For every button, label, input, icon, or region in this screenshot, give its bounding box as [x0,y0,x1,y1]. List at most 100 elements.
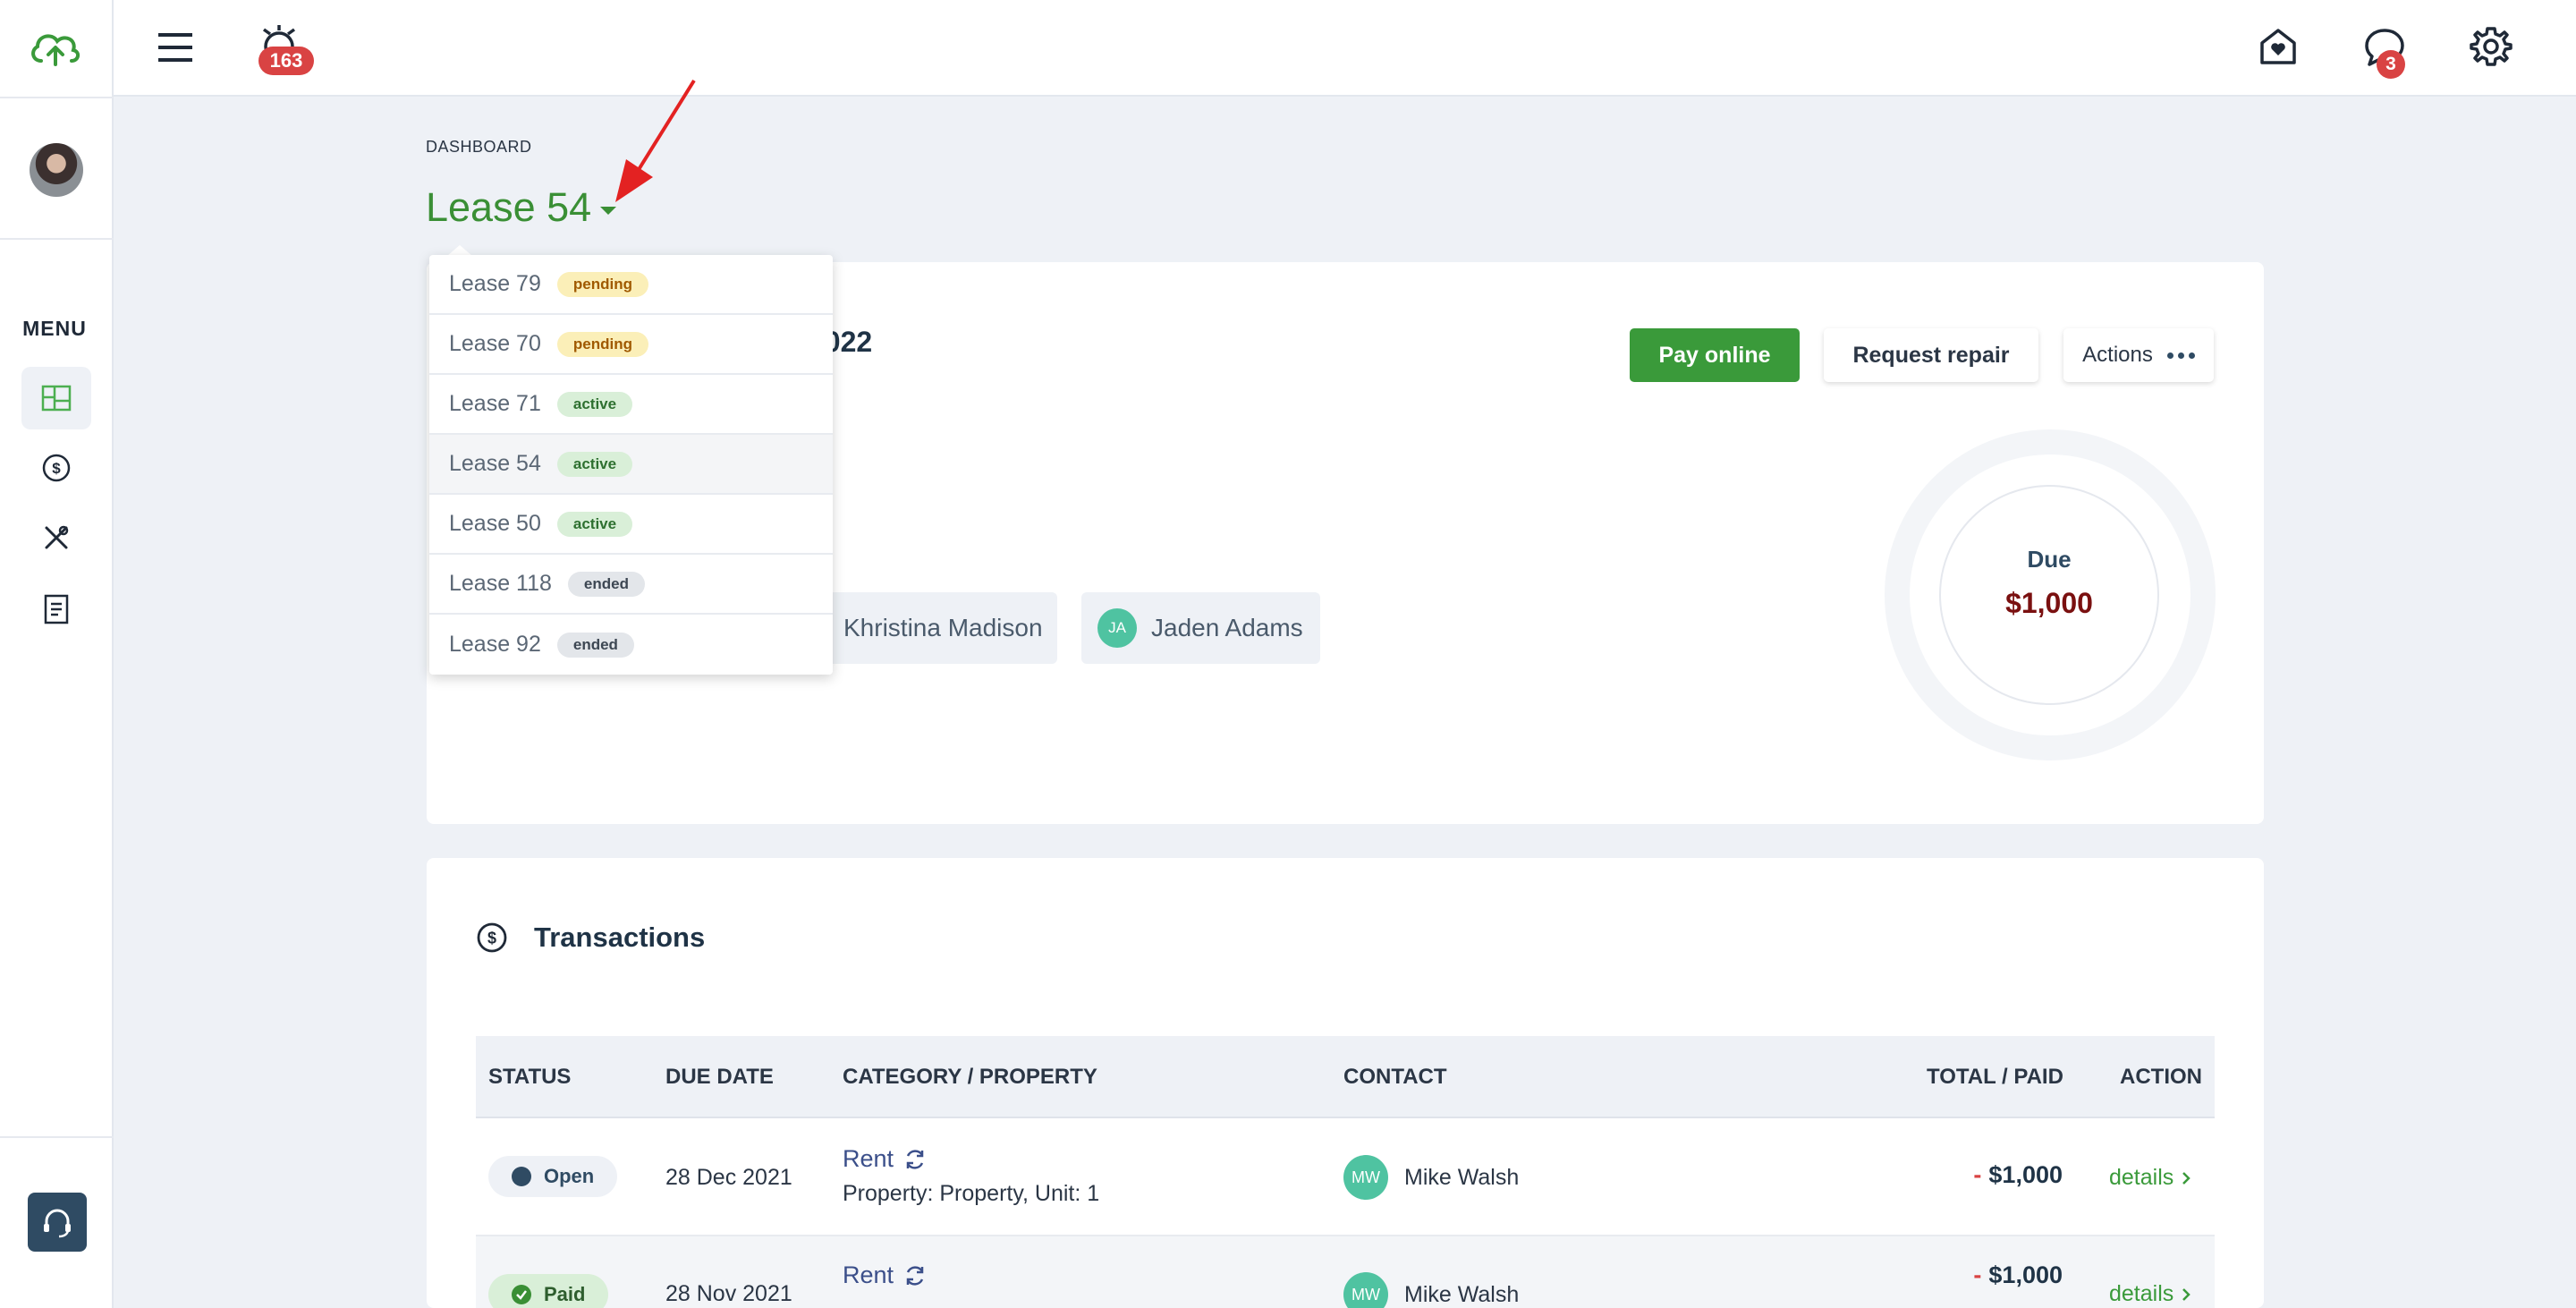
amount-value: $1,000 [1988,1161,2063,1188]
details-link[interactable]: details [2109,1165,2191,1191]
menu-toggle-button[interactable] [155,27,196,68]
contact[interactable]: MW Mike Walsh [1343,1272,1519,1308]
notification-count-badge: 163 [258,47,314,75]
chevron-right-icon [2182,1287,2191,1301]
due-amount: $1,000 [2005,587,2093,619]
sidebar-item-repairs[interactable] [21,506,91,569]
settings-button[interactable] [2468,23,2514,70]
column-header-action[interactable]: ACTION [2120,1065,2202,1090]
lease-option-label: Lease 70 [449,331,541,356]
minus-sign: - [1973,1161,1982,1188]
lease-option[interactable]: Lease 118 ended [429,555,833,615]
column-header-status[interactable]: STATUS [488,1065,571,1090]
tenant-initials-avatar: JA [1097,608,1137,648]
property-text: Property: Property, Unit: 1 [843,1181,1100,1206]
tenant-name: Khristina Madison [843,614,1043,641]
menu-label: MENU [22,317,87,340]
category-link[interactable]: Rent [843,1261,928,1289]
tenant-chip[interactable]: JA Jaden Adams [1081,592,1320,664]
status-badge: pending [556,271,648,297]
check-circle-icon [512,1285,531,1304]
sidebar-divider [0,238,114,240]
status-badge: active [556,391,633,417]
gear-icon [2470,27,2512,66]
lease-selector[interactable]: Lease 54 [426,184,617,231]
status-badge: ended [556,632,634,658]
sidebar-item-dashboard[interactable] [21,367,91,429]
status-badge: Paid [488,1274,609,1308]
column-header-due-date[interactable]: DUE DATE [665,1065,774,1090]
dashboard-icon [41,385,72,412]
actions-button[interactable]: Actions [2063,328,2214,382]
due-label: Due [2027,546,2072,573]
due-date: 28 Dec 2021 [665,1165,792,1190]
page-title: Lease 54 [426,184,592,230]
tenant-name: Jaden Adams [1151,614,1303,641]
lease-option[interactable]: Lease 79 pending [429,255,833,315]
dollar-circle-icon: $ [42,454,71,482]
details-label: details [2109,1281,2174,1306]
lease-option[interactable]: Lease 71 active [429,375,833,435]
details-link[interactable]: details [2109,1281,2191,1307]
column-header-category[interactable]: CATEGORY / PROPERTY [843,1065,1097,1090]
chevron-right-icon [2182,1171,2191,1185]
status-badge: Open [488,1156,618,1197]
hamburger-icon [158,33,192,62]
table-row[interactable]: Paid 28 Nov 2021 Rent MW Mike Walsh - $1,… [476,1236,2215,1308]
status-badge: active [556,451,633,477]
more-dots-icon [2166,352,2195,359]
sidebar-item-documents[interactable] [21,578,91,641]
contact[interactable]: MW Mike Walsh [1343,1155,1519,1200]
home-button[interactable] [2255,23,2301,70]
recurring-icon [906,1149,924,1169]
avatar[interactable] [30,143,83,197]
table-row[interactable]: Open 28 Dec 2021 Rent Property: Property… [476,1118,2215,1236]
lease-option[interactable]: Lease 70 pending [429,315,833,375]
status-badge: ended [567,571,645,597]
amount-value: $1,000 [1988,1261,2063,1288]
contact-initials-avatar: MW [1343,1155,1388,1200]
column-header-total[interactable]: TOTAL / PAID [1927,1065,2063,1090]
tenant-chip[interactable]: Khristina Madison [820,592,1057,664]
status-badge: pending [556,331,648,357]
sidebar-divider [0,1136,114,1138]
contact-name: Mike Walsh [1404,1281,1520,1307]
due-date: 28 Nov 2021 [665,1281,792,1306]
category-link[interactable]: Rent [843,1145,928,1173]
headset-icon [44,1209,71,1238]
support-button[interactable] [28,1193,87,1252]
recurring-icon [906,1265,924,1286]
total-amount: - $1,000 [1973,1261,2063,1289]
svg-text:$: $ [52,460,61,477]
lease-option-label: Lease 118 [449,571,552,596]
annotation-arrow-icon [615,79,696,202]
message-count-badge: 3 [2377,50,2405,79]
top-bar: 163 3 [114,0,2576,97]
lease-option-selected[interactable]: Lease 54 active [429,435,833,495]
cloud-upload-logo-icon[interactable] [29,27,82,70]
status-badge: active [556,511,633,537]
column-header-contact[interactable]: CONTACT [1343,1065,1447,1090]
request-repair-button[interactable]: Request repair [1824,328,2038,382]
status-label: Paid [544,1283,586,1305]
total-amount: - $1,000 [1973,1161,2063,1189]
transactions-title: Transactions [534,922,706,953]
lease-option[interactable]: Lease 92 ended [429,615,833,675]
contact-initials-avatar: MW [1343,1272,1388,1308]
actions-label: Actions [2082,343,2153,367]
lease-option-label: Lease 71 [449,391,541,416]
lease-option[interactable]: Lease 50 active [429,495,833,555]
lease-option-label: Lease 79 [449,271,541,296]
open-dot-icon [512,1167,531,1186]
sidebar-item-payments[interactable]: $ [21,437,91,499]
pay-online-button[interactable]: Pay online [1630,328,1800,382]
minus-sign: - [1973,1261,1982,1288]
lease-option-label: Lease 50 [449,511,541,536]
table-header: STATUS DUE DATE CATEGORY / PROPERTY CONT… [476,1036,2215,1118]
details-label: details [2109,1165,2174,1190]
svg-text:$: $ [487,930,496,947]
home-heart-icon [2260,29,2296,64]
tools-icon [45,525,69,549]
sidebar-divider [0,97,114,98]
category-label: Rent [843,1145,894,1172]
